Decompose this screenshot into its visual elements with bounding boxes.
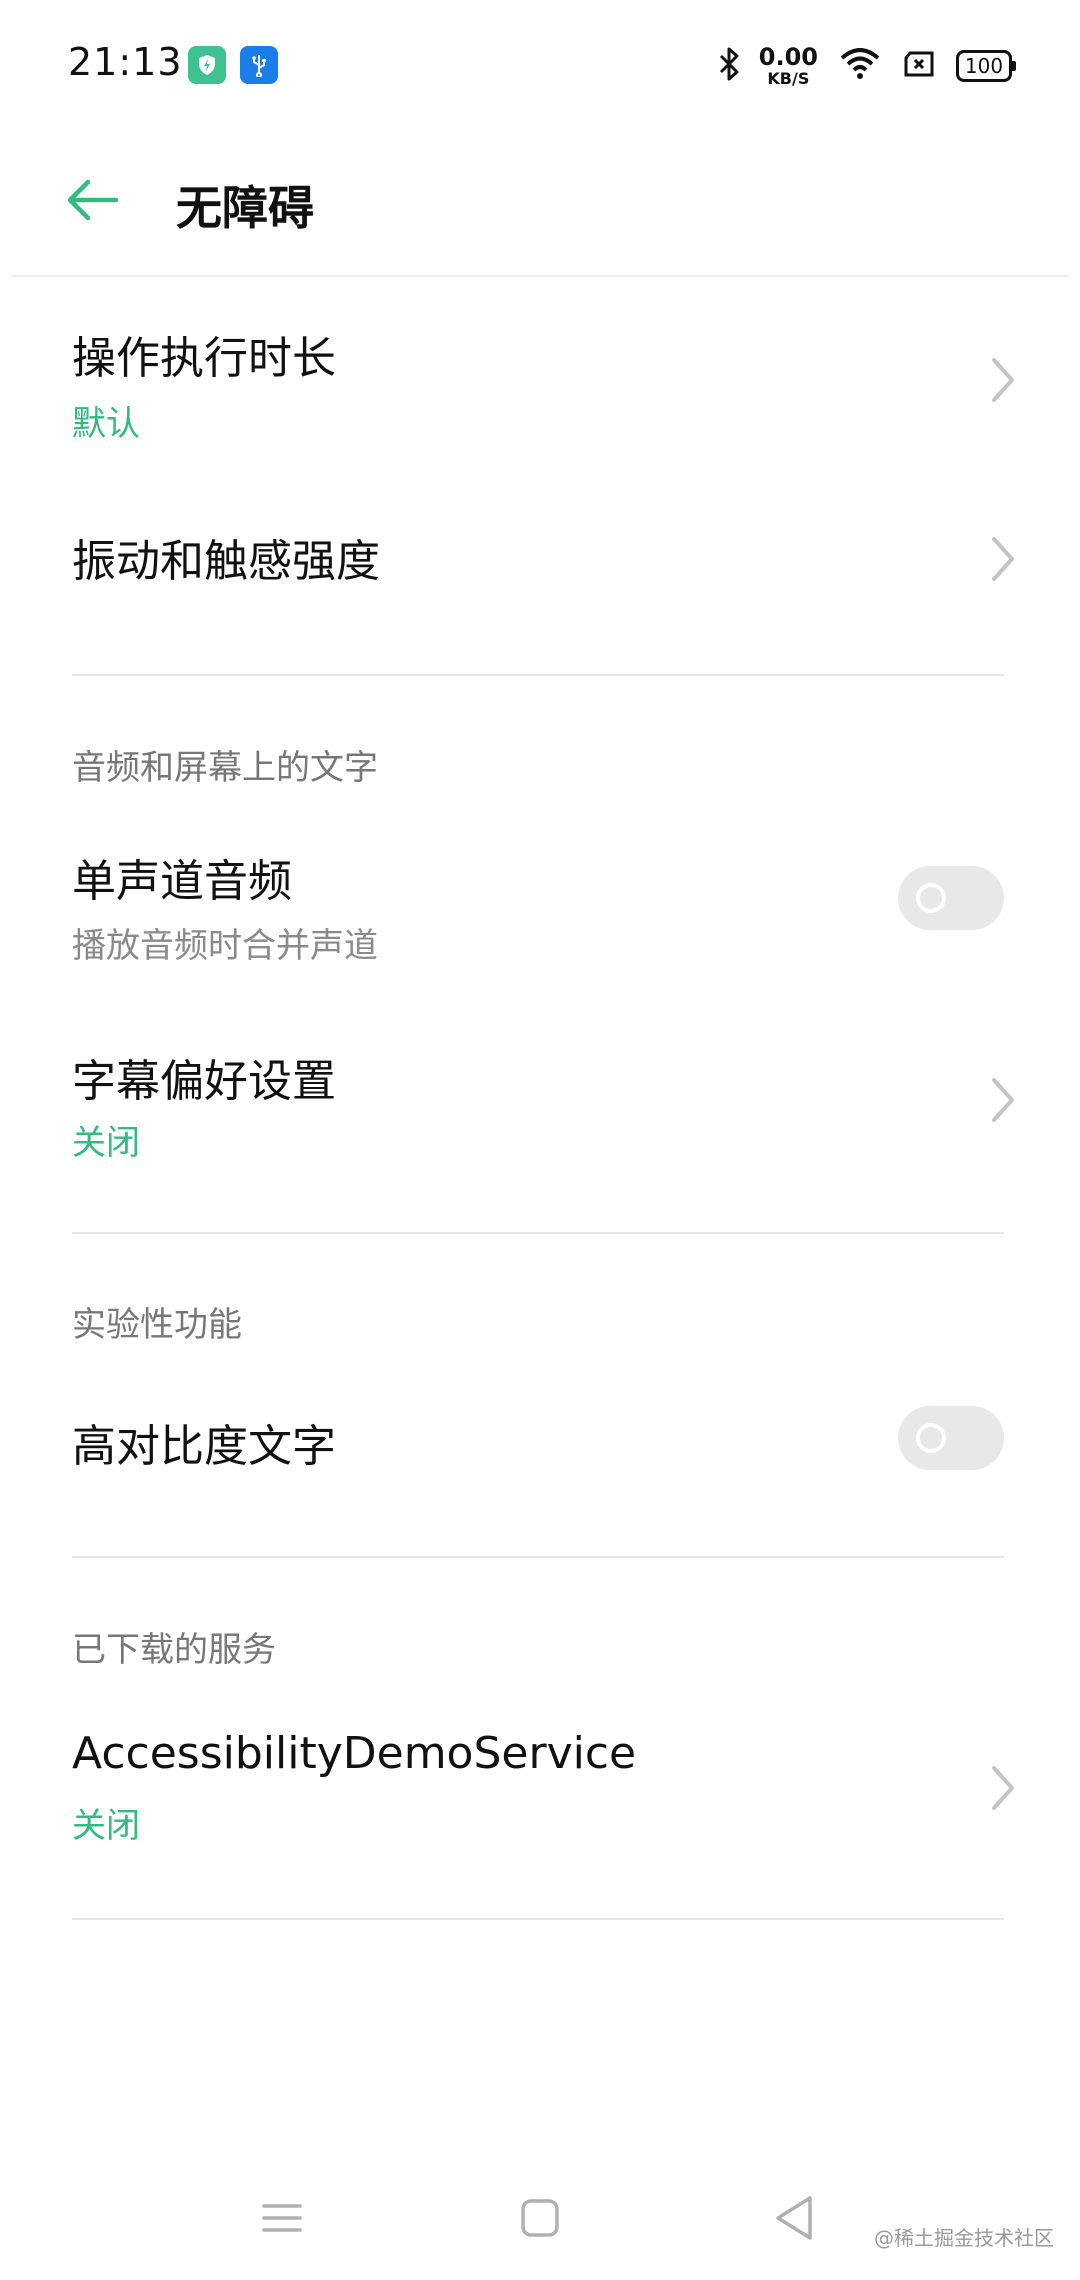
page-title: 无障碍: [176, 181, 314, 235]
status-time: 21:13: [68, 40, 183, 84]
arrow-left-icon[interactable]: [62, 170, 122, 230]
setting-value: 关闭: [72, 1123, 140, 1163]
net-speed-value: 0.00: [758, 43, 818, 71]
setting-title: 单声道音频: [72, 856, 292, 907]
status-bar: 21:13 0.00 KB/S 100: [0, 0, 1080, 130]
net-speed-unit: KB/S: [767, 69, 810, 88]
chevron-right-icon: [992, 537, 1014, 581]
setting-operation-duration[interactable]: 操作执行时长 默认: [0, 300, 1080, 460]
section-label-downloaded: 已下载的服务: [72, 1630, 276, 1670]
setting-mono-audio[interactable]: 单声道音频 播放音频时合并声道: [0, 830, 1080, 990]
setting-vibration[interactable]: 振动和触感强度: [0, 500, 1080, 620]
watermark: @稀土掘金技术社区: [874, 2226, 1054, 2250]
section-label-experimental: 实验性功能: [72, 1305, 242, 1345]
header-divider: [12, 275, 1068, 277]
battery-icon: 100: [956, 50, 1016, 82]
high-contrast-toggle[interactable]: [898, 1406, 1004, 1470]
setting-title: AccessibilityDemoService: [72, 1728, 637, 1779]
chevron-right-icon: [992, 358, 1014, 402]
shield-app-icon: [188, 46, 226, 84]
setting-title: 振动和触感强度: [72, 536, 380, 587]
battery-level: 100: [964, 54, 1004, 78]
bluetooth-icon: [717, 46, 743, 86]
menu-icon[interactable]: [252, 2188, 312, 2248]
chevron-right-icon: [992, 1078, 1014, 1122]
setting-value: 默认: [72, 404, 140, 444]
back-triangle-icon[interactable]: [766, 2188, 826, 2248]
setting-title: 字幕偏好设置: [72, 1056, 336, 1107]
section-divider: [72, 674, 1004, 676]
section-label-audio-text: 音频和屏幕上的文字: [72, 748, 378, 788]
section-divider: [72, 1918, 1004, 1920]
toggle-knob: [916, 883, 946, 913]
setting-title: 高对比度文字: [72, 1421, 336, 1472]
chevron-right-icon: [992, 1766, 1014, 1810]
section-divider: [72, 1232, 1004, 1234]
toggle-knob: [916, 1423, 946, 1453]
setting-demo-service[interactable]: AccessibilityDemoService 关闭: [0, 1720, 1080, 1880]
mono-audio-toggle[interactable]: [898, 866, 1004, 930]
section-divider: [72, 1556, 1004, 1558]
usb-icon: [240, 46, 278, 84]
setting-high-contrast[interactable]: 高对比度文字: [0, 1380, 1080, 1500]
setting-captions[interactable]: 字幕偏好设置 关闭: [0, 1030, 1080, 1190]
home-icon[interactable]: [510, 2188, 570, 2248]
navigation-bar: [0, 2150, 1080, 2280]
net-speed: 0.00 KB/S: [759, 45, 818, 87]
setting-value: 关闭: [72, 1806, 140, 1846]
setting-subtitle: 播放音频时合并声道: [72, 926, 378, 966]
setting-title: 操作执行时长: [72, 333, 336, 384]
wifi-icon: [840, 48, 880, 84]
sim-off-icon: [902, 50, 936, 82]
app-header: 无障碍: [0, 130, 1080, 276]
